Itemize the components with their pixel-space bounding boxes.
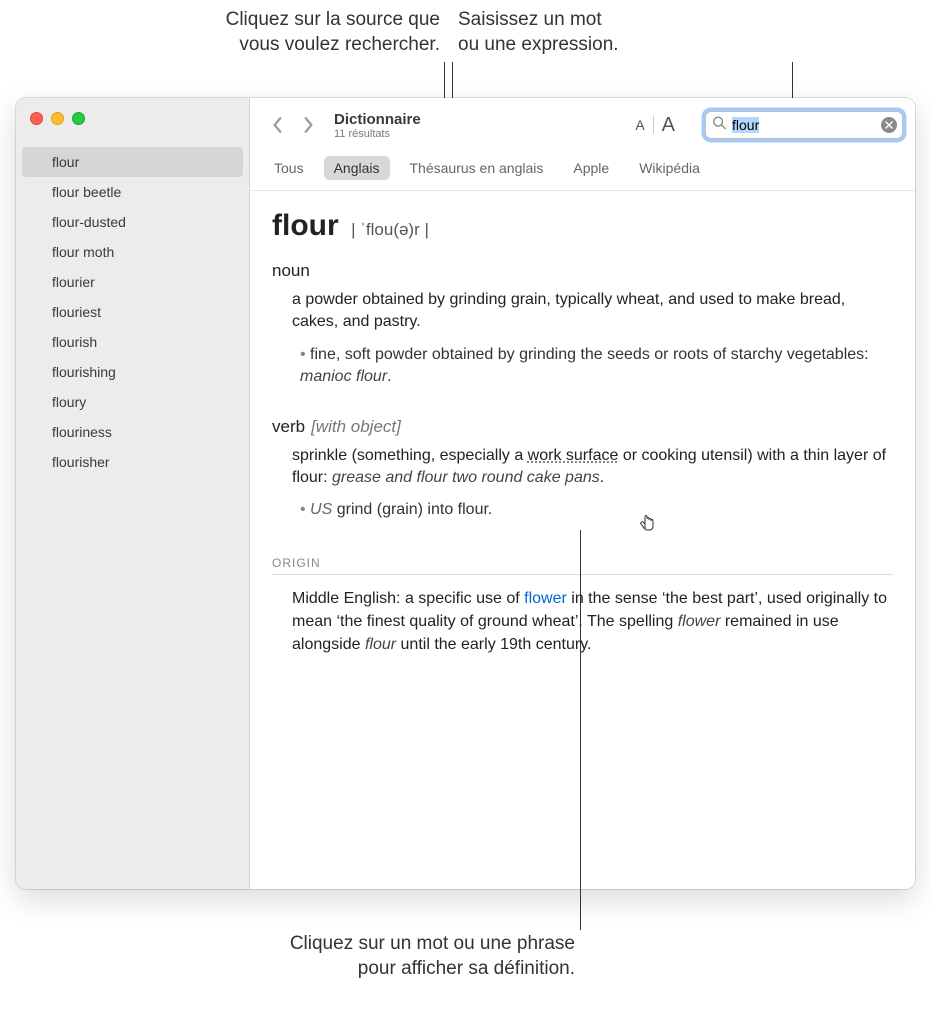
font-size-controls: A A [627, 114, 683, 137]
result-count: 11 résultats [334, 128, 421, 140]
sidebar-item[interactable]: flourishing [16, 357, 249, 387]
callout-line [792, 62, 793, 100]
sidebar: flourflour beetleflour-dustedflour mothf… [16, 98, 250, 889]
font-increase-button[interactable]: A [654, 114, 683, 137]
callout-line [580, 530, 581, 930]
source-tab[interactable]: Thésaurus en anglais [400, 156, 554, 180]
dictionary-window: flourflour beetleflour-dustedflour mothf… [16, 98, 915, 889]
sidebar-item[interactable]: floury [16, 387, 249, 417]
sidebar-item[interactable]: flour [22, 147, 243, 177]
font-decrease-button[interactable]: A [627, 117, 652, 133]
callout-line [444, 62, 445, 100]
pos-verb: verb[with object] [272, 417, 893, 437]
toolbar: Dictionnaire 11 résultats A A [250, 98, 915, 152]
origin-heading: ORIGIN [272, 556, 893, 575]
callout-source: Cliquez sur la source que vous voulez re… [100, 8, 440, 57]
verb-subdefinition: US grind (grain) into flour. [300, 499, 893, 521]
sidebar-item[interactable]: flour moth [16, 237, 249, 267]
definition-content: flour | ˈflou(ə)r | noun a powder obtain… [250, 191, 915, 674]
pos-noun: noun [272, 261, 893, 281]
sidebar-item[interactable]: flourish [16, 327, 249, 357]
source-tabs: Tous Anglais Thésaurus en anglais Apple Wiki… [250, 152, 915, 191]
pronunciation: | ˈflou(ə)r | [351, 220, 429, 239]
title-block: Dictionnaire 11 résultats [334, 111, 421, 140]
zoom-icon[interactable] [72, 112, 85, 125]
main-panel: Dictionnaire 11 résultats A A Tous Anglai… [250, 98, 915, 889]
sidebar-item[interactable]: flourier [16, 267, 249, 297]
linked-phrase-work-surface[interactable]: work surface [528, 447, 619, 464]
sidebar-item[interactable]: flourisher [16, 447, 249, 477]
callout-click-word: Cliquez sur un mot ou une phrase pour af… [180, 932, 575, 981]
search-input[interactable] [705, 111, 903, 139]
verb-definition: sprinkle (something, especially a work s… [292, 445, 893, 490]
minimize-icon[interactable] [51, 112, 64, 125]
clear-search-button[interactable] [881, 117, 897, 133]
linked-word-flower[interactable]: flower [524, 590, 567, 607]
close-icon[interactable] [30, 112, 43, 125]
search-field-wrap [705, 111, 903, 139]
noun-definition: a powder obtained by grinding grain, typ… [292, 289, 893, 334]
sidebar-item[interactable]: flouriness [16, 417, 249, 447]
source-tab[interactable]: Anglais [324, 156, 390, 180]
app-title: Dictionnaire [334, 111, 421, 128]
sidebar-item[interactable]: flour-dusted [16, 207, 249, 237]
source-tab[interactable]: Tous [264, 156, 314, 180]
origin-text: Middle English: a specific use of flower… [292, 587, 893, 657]
search-icon [712, 116, 726, 135]
headword: flour [272, 209, 339, 243]
sidebar-item[interactable]: flouriest [16, 297, 249, 327]
callout-search: Saisissez un mot ou une expression. [458, 8, 678, 57]
callout-line [452, 62, 453, 100]
sidebar-list: flourflour beetleflour-dustedflour mothf… [16, 143, 249, 481]
sidebar-item[interactable]: flour beetle [16, 177, 249, 207]
window-controls [16, 110, 249, 143]
source-tab[interactable]: Wikipédia [629, 156, 710, 180]
noun-subdefinition: fine, soft powder obtained by grinding t… [300, 344, 893, 389]
back-button[interactable] [268, 112, 288, 138]
source-tab[interactable]: Apple [563, 156, 619, 180]
forward-button[interactable] [298, 112, 318, 138]
